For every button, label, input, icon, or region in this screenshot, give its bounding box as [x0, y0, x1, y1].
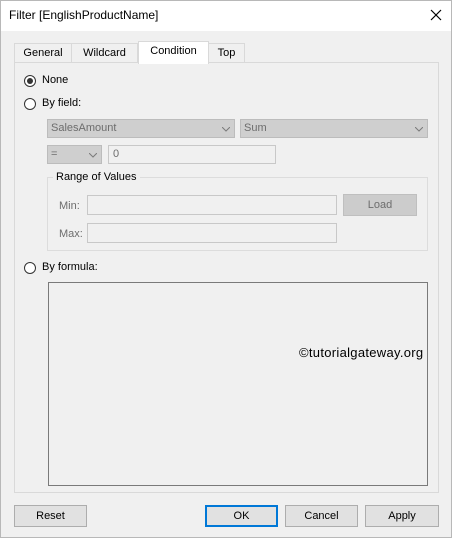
- load-button-label: Load: [367, 199, 393, 211]
- field-select-value: SalesAmount: [51, 122, 117, 134]
- cancel-button[interactable]: Cancel: [285, 505, 358, 527]
- close-icon: [430, 9, 442, 21]
- by-formula-label: By formula:: [42, 261, 98, 273]
- aggregate-select[interactable]: Sum: [240, 119, 428, 138]
- chevron-down-icon: [89, 153, 97, 158]
- tab-condition-label: Condition: [150, 45, 197, 57]
- ok-button[interactable]: OK: [205, 505, 278, 527]
- tab-wildcard-label: Wildcard: [83, 47, 126, 59]
- min-label: Min:: [59, 200, 80, 212]
- watermark-text: ©tutorialgateway.org: [299, 345, 424, 360]
- by-formula-radio[interactable]: [24, 262, 36, 274]
- tab-general-label: General: [23, 47, 63, 59]
- max-input[interactable]: [87, 223, 337, 243]
- value-input[interactable]: 0: [108, 145, 276, 164]
- close-button[interactable]: [421, 1, 451, 29]
- value-input-text: 0: [113, 148, 120, 160]
- operator-select[interactable]: =: [47, 145, 102, 164]
- tab-condition[interactable]: Condition: [138, 41, 209, 64]
- operator-select-value: =: [51, 148, 58, 160]
- cancel-button-label: Cancel: [304, 510, 339, 522]
- tab-general[interactable]: General: [14, 43, 72, 62]
- aggregate-select-value: Sum: [244, 122, 267, 134]
- formula-textarea[interactable]: [48, 282, 428, 486]
- ok-button-label: OK: [233, 510, 250, 522]
- field-select[interactable]: SalesAmount: [47, 119, 235, 138]
- chevron-down-icon: [222, 127, 230, 132]
- min-input[interactable]: [87, 195, 337, 215]
- radio-selected-dot: [27, 78, 33, 84]
- none-label: None: [42, 74, 69, 86]
- load-button[interactable]: Load: [343, 194, 417, 216]
- by-field-label: By field:: [42, 97, 82, 109]
- range-of-values-label: Range of Values: [53, 171, 140, 183]
- window-title: Filter [EnglishProductName]: [9, 8, 159, 22]
- by-field-radio[interactable]: [24, 98, 36, 110]
- none-radio[interactable]: [24, 75, 36, 87]
- filter-dialog: Filter [EnglishProductName] General Wild…: [0, 0, 452, 538]
- max-label: Max:: [59, 228, 83, 240]
- tab-wildcard[interactable]: Wildcard: [71, 43, 138, 62]
- tab-top-label: Top: [217, 47, 236, 59]
- reset-button-label: Reset: [36, 510, 65, 522]
- apply-button[interactable]: Apply: [365, 505, 439, 527]
- reset-button[interactable]: Reset: [14, 505, 87, 527]
- title-bar: Filter [EnglishProductName]: [1, 1, 451, 31]
- chevron-down-icon: [415, 127, 423, 132]
- tab-top[interactable]: Top: [208, 43, 245, 62]
- apply-button-label: Apply: [388, 510, 416, 522]
